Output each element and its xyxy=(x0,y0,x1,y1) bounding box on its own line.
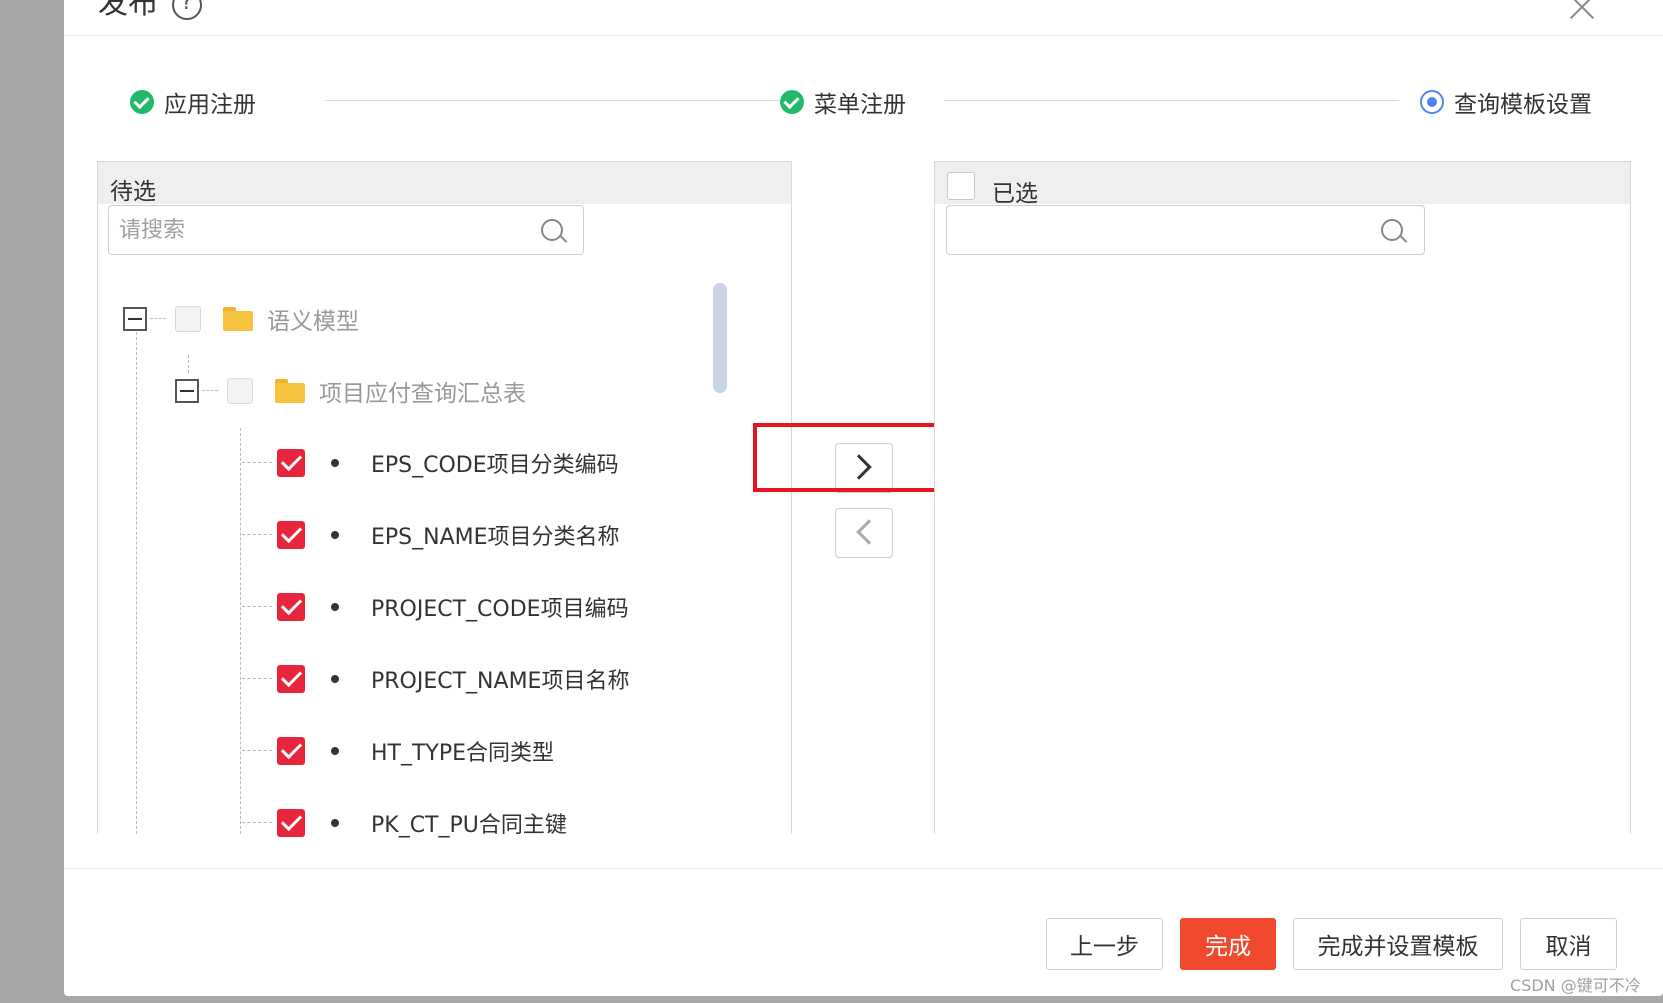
cancel-button[interactable]: 取消 xyxy=(1520,918,1617,970)
collapse-icon[interactable] xyxy=(175,379,199,403)
step-label: 查询模板设置 xyxy=(1454,92,1592,118)
tree-guide xyxy=(136,332,137,834)
bullet-icon xyxy=(331,603,339,611)
tree-guide xyxy=(242,606,272,607)
panel-header: 已选 xyxy=(935,162,1630,207)
finish-and-set-template-button[interactable]: 完成并设置模板 xyxy=(1293,918,1503,970)
checkbox-checked[interactable] xyxy=(277,449,305,477)
tree-leaf[interactable]: PK_CT_PU合同主键 xyxy=(277,803,567,843)
move-to-left-button[interactable] xyxy=(835,508,893,558)
tree-node-semantic-model[interactable]: 语义模型 xyxy=(123,299,359,339)
tree-scrollbar[interactable] xyxy=(713,283,727,393)
checkbox-checked[interactable] xyxy=(277,809,305,837)
tree-leaf-label: HT_TYPE合同类型 xyxy=(371,741,555,766)
search-icon[interactable] xyxy=(541,219,563,241)
tree-guide xyxy=(242,462,272,463)
checkbox-checked[interactable] xyxy=(277,737,305,765)
tree-guide xyxy=(242,534,272,535)
tree-leaf[interactable]: EPS_NAME项目分类名称 xyxy=(277,515,620,555)
left-panel-title: 待选 xyxy=(110,179,156,205)
step-label: 菜单注册 xyxy=(814,92,906,118)
tree-guide xyxy=(242,822,272,823)
left-search-input[interactable] xyxy=(119,214,499,246)
tree-guide xyxy=(240,428,241,834)
search-icon[interactable] xyxy=(1381,219,1403,241)
dialog-header: 发布 xyxy=(64,0,1663,36)
bullet-icon xyxy=(331,459,339,467)
step-menu-register: 菜单注册 xyxy=(780,82,906,122)
tree-guide xyxy=(242,678,272,679)
chevron-right-icon xyxy=(846,454,872,480)
node-checkbox xyxy=(227,378,253,404)
current-step-icon xyxy=(1420,90,1444,114)
finish-button[interactable]: 完成 xyxy=(1180,918,1276,970)
watermark: CSDN @键可不冷 xyxy=(1510,976,1641,995)
folder-open-icon xyxy=(223,307,253,331)
footer-divider xyxy=(64,868,1663,869)
tree-leaf-label: EPS_CODE项目分类编码 xyxy=(371,453,619,478)
right-search-input[interactable] xyxy=(957,214,1337,246)
tree-leaf-label: PROJECT_CODE项目编码 xyxy=(371,597,629,622)
tree-leaf[interactable]: HT_TYPE合同类型 xyxy=(277,731,554,771)
tree-leaf[interactable]: PROJECT_CODE项目编码 xyxy=(277,587,629,627)
bullet-icon xyxy=(331,819,339,827)
tree-guide xyxy=(242,750,272,751)
step-label: 应用注册 xyxy=(164,92,256,118)
right-search-box[interactable] xyxy=(946,205,1425,255)
prev-step-button[interactable]: 上一步 xyxy=(1046,918,1163,970)
right-panel-title: 已选 xyxy=(992,181,1038,207)
step-connector xyxy=(325,100,780,101)
tree-leaf-label: PK_CT_PU合同主键 xyxy=(371,813,567,838)
check-circle-icon xyxy=(780,90,804,114)
close-icon[interactable] xyxy=(1568,0,1596,22)
right-transfer-panel: 已选 xyxy=(934,161,1631,834)
bullet-icon xyxy=(331,531,339,539)
step-query-template: 查询模板设置 xyxy=(1420,82,1592,122)
help-circle-icon[interactable] xyxy=(172,0,202,20)
node-checkbox xyxy=(175,306,201,332)
checkbox-checked[interactable] xyxy=(277,665,305,693)
folder-open-icon xyxy=(275,379,305,403)
checkbox-checked[interactable] xyxy=(277,521,305,549)
tree-node-project-payable[interactable]: 项目应付查询汇总表 xyxy=(175,371,526,411)
step-connector xyxy=(944,100,1399,101)
tree-node-label: 项目应付查询汇总表 xyxy=(319,381,526,407)
panel-header: 待选 xyxy=(98,162,791,205)
move-to-right-button[interactable] xyxy=(835,443,893,493)
bullet-icon xyxy=(331,747,339,755)
checkbox-checked[interactable] xyxy=(277,593,305,621)
tree-leaf-label: PROJECT_NAME项目名称 xyxy=(371,669,630,694)
chevron-left-icon xyxy=(856,519,882,545)
collapse-icon[interactable] xyxy=(123,307,147,331)
left-search-box[interactable] xyxy=(108,205,584,255)
check-circle-icon xyxy=(130,90,154,114)
step-app-register: 应用注册 xyxy=(130,82,256,122)
tree-leaf[interactable]: EPS_CODE项目分类编码 xyxy=(277,443,619,483)
tree-leaf-label: EPS_NAME项目分类名称 xyxy=(371,525,620,550)
tree-leaf[interactable]: PROJECT_NAME项目名称 xyxy=(277,659,629,699)
dialog-title: 发布 xyxy=(98,0,158,21)
tree-node-label: 语义模型 xyxy=(267,309,359,335)
bullet-icon xyxy=(331,675,339,683)
select-all-checkbox[interactable] xyxy=(947,172,975,200)
